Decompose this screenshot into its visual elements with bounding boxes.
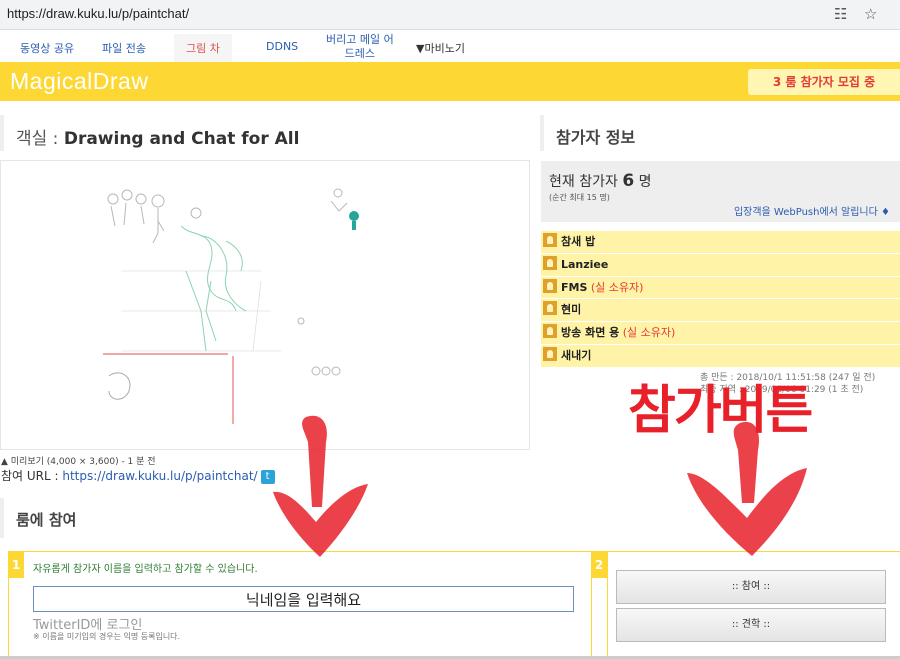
participants-heading-text: 참가자 정보 [556, 128, 636, 147]
participant-name: Lanziee [561, 257, 609, 271]
browser-address-bar: https://draw.kuku.lu/p/paintchat/ ☷ ☆ [0, 0, 900, 30]
recruit-badge[interactable]: 3 룸 참가자 모집 중 [748, 69, 900, 95]
participant-name: 참새 밥 [561, 235, 596, 248]
nav-item-ddns[interactable]: DDNS [266, 40, 298, 53]
webpush-text: 입장객을 WebPush에서 알립니다 [733, 207, 878, 218]
join-heading-text: 룸에 참여 [16, 511, 77, 529]
red-arrow-down-icon [687, 421, 807, 556]
owner-tag: (실 소유자) [587, 280, 644, 294]
participant-name: 현미 [561, 303, 582, 317]
translate-icon[interactable]: ☷ [834, 5, 847, 23]
join-section-heading: 룸에 참여 [0, 498, 530, 538]
watch-button[interactable]: :: 견학 :: [616, 608, 886, 642]
bell-icon: ♦ [881, 207, 890, 218]
user-icon [543, 301, 557, 316]
join-url-label: 참여 URL : [1, 469, 63, 483]
address-url[interactable]: https://draw.kuku.lu/p/paintchat/ [7, 6, 189, 21]
site-nav: 동영상 공유 파일 전송 그림 차 DDNS 버리고 메일 어 드레스 ▼마비노… [0, 30, 900, 62]
nav-item-disposable-email[interactable]: 버리고 메일 어 드레스 [326, 33, 394, 61]
user-icon [543, 255, 557, 270]
list-item: Lanziee [541, 253, 900, 277]
list-item: 새내기 [541, 344, 900, 368]
red-arrow-down-icon [273, 415, 368, 557]
logo[interactable]: MagicalDraw [10, 68, 148, 95]
join-hint: 자유롭게 참가자 이름을 입력하고 참가할 수 있습니다. [33, 564, 258, 575]
preview-caption: ▲ 미리보기 (4,000 × 3,600) - 1 분 전 [1, 457, 156, 467]
current-count: 6 [622, 171, 635, 191]
join-url-row: 참여 URL : https://draw.kuku.lu/p/paintcha… [1, 467, 275, 484]
participant-name: FMS [561, 280, 588, 294]
webpush-link[interactable]: 입장객을 WebPush에서 알립니다 ♦ [734, 203, 890, 218]
nav-item-more[interactable]: ▼마비노기 [416, 40, 465, 56]
list-item: FMS (실 소유자) [541, 276, 900, 300]
join-step-1: 1 자유롭게 참가자 이름을 입력하고 참가할 수 있습니다. TwitterI… [8, 551, 608, 659]
canvas-preview[interactable] [0, 160, 530, 450]
participants-heading: 참가자 정보 [540, 115, 900, 151]
join-button[interactable]: :: 참여 :: [616, 570, 886, 604]
nav-item-label-line1: 버리고 메일 어 [326, 33, 394, 46]
user-icon [543, 278, 557, 293]
nav-item-paintchat[interactable]: 그림 차 [174, 34, 232, 62]
site-header: MagicalDraw 3 룸 참가자 모집 중 [0, 62, 900, 101]
join-step-2: 2 :: 참여 :: :: 견학 :: [591, 551, 900, 659]
anonymous-note: ※ 이름을 미기입의 경우는 익명 등록입니다. [33, 632, 181, 641]
step-number-1: 1 [8, 552, 24, 578]
user-icon [543, 233, 557, 247]
peak-count: (순간 최대 15 명) [549, 193, 610, 202]
drawing-preview-image [103, 188, 359, 424]
count-unit: 명 [638, 174, 652, 190]
nickname-input[interactable] [33, 586, 574, 612]
room-title-bar: 객실 : Drawing and Chat for All [0, 115, 530, 151]
join-url-link[interactable]: https://draw.kuku.lu/p/paintchat/ [62, 469, 257, 483]
list-item: 참새 밥 [541, 231, 900, 254]
user-icon [543, 346, 557, 361]
current-label: 현재 참가자 [549, 174, 618, 190]
page-title: 객실 : Drawing and Chat for All [16, 124, 299, 149]
nav-item-video-share[interactable]: 동영상 공유 [20, 40, 74, 56]
participant-count-box: 현재 참가자 6 명 (순간 최대 15 명) 입장객을 WebPush에서 알… [541, 161, 900, 222]
nav-item-file-transfer[interactable]: 파일 전송 [102, 40, 146, 56]
list-item: 방송 화면 용 (실 소유자) [541, 322, 900, 345]
star-icon[interactable]: ☆ [864, 5, 877, 23]
participant-name: 방송 화면 용 [561, 326, 620, 340]
list-item: 현미 [541, 299, 900, 323]
owner-tag: (실 소유자) [619, 326, 676, 340]
step-number-2: 2 [591, 552, 607, 578]
participant-name: 새내기 [561, 348, 592, 362]
user-icon [543, 324, 557, 339]
participant-list: 참새 밥 Lanziee FMS (실 소유자) 현미 방송 화면 용 (실 소… [541, 231, 900, 368]
participant-count: 현재 참가자 6 명 [549, 171, 652, 191]
room-title-prefix: 객실 : [16, 129, 64, 149]
nav-item-label-line2: 드레스 [344, 47, 376, 60]
room-title-name: Drawing and Chat for All [63, 129, 300, 149]
